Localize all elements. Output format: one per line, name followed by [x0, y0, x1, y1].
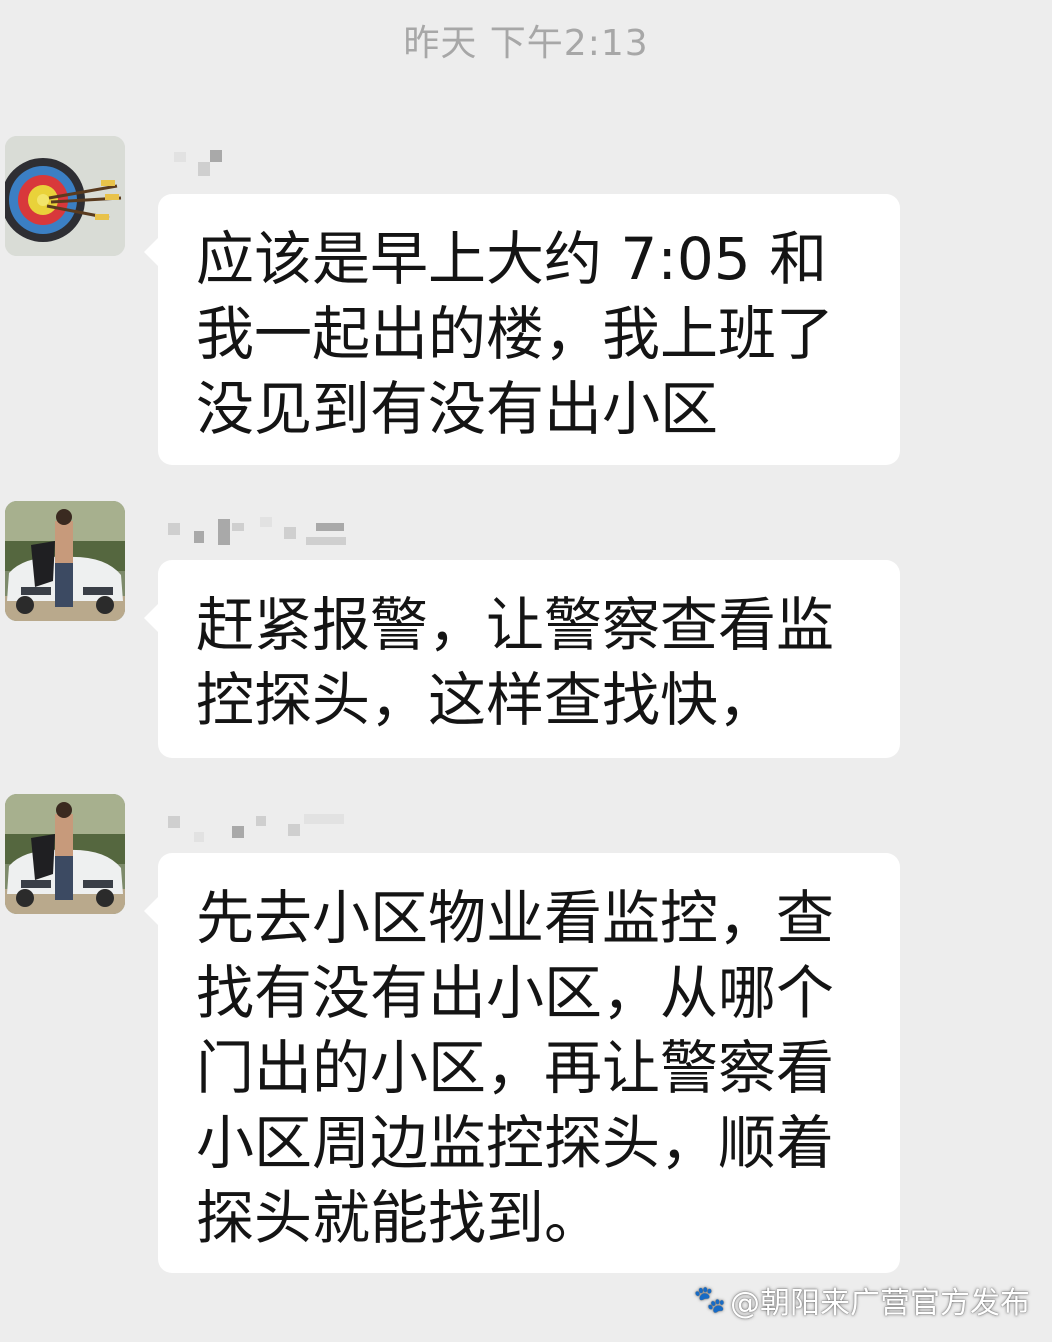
- watermark-text: @朝阳来广营官方发布: [730, 1286, 1030, 1321]
- man-with-car-icon: [5, 794, 125, 914]
- message-bubble: 先去小区物业看监控，查找有没有出小区，从哪个门出的小区，再让警察看小区周边监控探…: [144, 853, 900, 1273]
- watermark: 🐾 @朝阳来广营官方发布: [694, 1278, 1030, 1322]
- sender-name-redacted: [166, 804, 366, 842]
- message-bubble: 赶紧报警，让警察查看监控探头，这样查找快，: [144, 560, 900, 758]
- paw-icon: 🐾: [693, 1285, 726, 1315]
- man-with-car-icon: [5, 501, 125, 621]
- message-bubble: 应该是早上大约 7:05 和我一起出的楼，我上班了没见到有没有出小区: [144, 194, 900, 465]
- sender-avatar[interactable]: [5, 136, 125, 256]
- sender-avatar[interactable]: [5, 794, 125, 914]
- archery-target-icon: [5, 136, 125, 256]
- message-timestamp: 昨天 下午2:13: [403, 23, 649, 64]
- sender-avatar[interactable]: [5, 501, 125, 621]
- sender-name-redacted: [166, 146, 366, 178]
- sender-name-redacted: [166, 511, 366, 545]
